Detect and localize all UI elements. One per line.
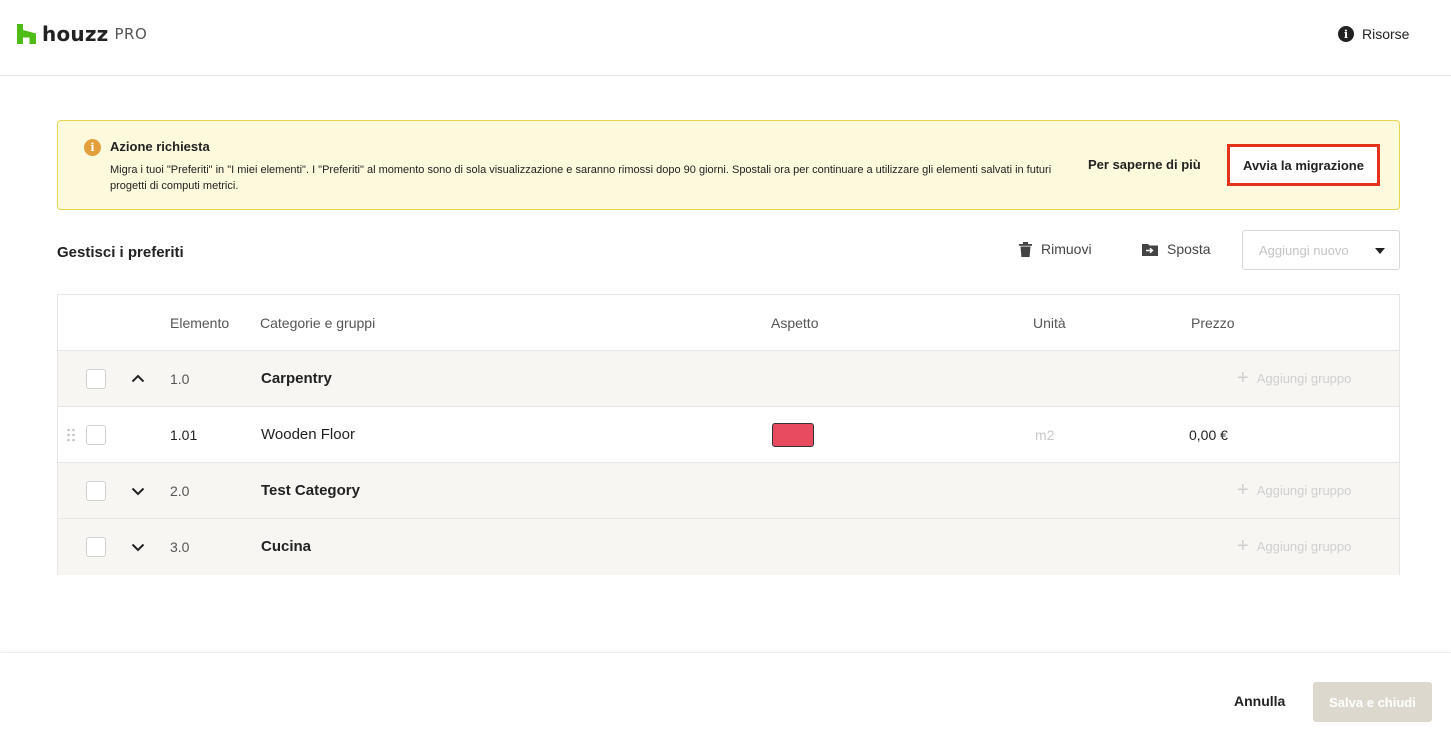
favorites-table: Elemento Categorie e gruppi Aspetto Unit… (57, 294, 1400, 575)
chevron-down-icon[interactable] (130, 539, 146, 555)
row-checkbox[interactable] (86, 425, 106, 445)
trash-icon (1019, 241, 1032, 257)
price-value[interactable]: 0,00 € (1189, 427, 1228, 443)
banner-title: Azione richiesta (110, 139, 210, 154)
item-name: Wooden Floor (261, 426, 355, 443)
group-name: Cucina (261, 538, 312, 555)
plus-icon: + (1237, 535, 1249, 557)
logo-wordmark: houzz (42, 22, 109, 46)
move-label: Sposta (1167, 241, 1211, 257)
resources-label: Risorse (1362, 26, 1410, 42)
add-new-dropdown[interactable]: Aggiungi nuovo (1242, 230, 1400, 270)
add-new-label: Aggiungi nuovo (1259, 242, 1349, 258)
row-number: 1.01 (170, 427, 198, 443)
footer-bar: Annulla Salva e chiudi (0, 652, 1451, 742)
header-unit: Unità (1033, 315, 1066, 331)
header-element: Elemento (170, 315, 230, 331)
drag-handle-icon[interactable] (66, 428, 76, 442)
header-categories: Categorie e gruppi (260, 315, 376, 331)
caret-down-icon (1375, 248, 1385, 254)
header-aspect: Aspetto (771, 315, 819, 331)
header-price: Prezzo (1191, 315, 1235, 331)
table-row: 3.0 Cucina + Aggiungi gruppo (58, 519, 1399, 575)
add-group-button[interactable]: + Aggiungi gruppo (1237, 367, 1352, 389)
move-button[interactable]: Sposta (1142, 241, 1211, 257)
start-migration-button[interactable]: Avvia la migrazione (1227, 144, 1380, 186)
banner-message: Migra i tuoi "Preferiti" in "I miei elem… (110, 164, 1052, 192)
chevron-down-icon[interactable] (130, 483, 146, 499)
plus-icon: + (1237, 479, 1249, 501)
row-checkbox[interactable] (86, 537, 106, 557)
learn-more-link[interactable]: Per saperne di più (1088, 157, 1201, 172)
remove-button[interactable]: Rimuovi (1019, 241, 1092, 257)
table-row: 1.0 Carpentry + Aggiungi gruppo (58, 351, 1399, 407)
add-group-label: Aggiungi gruppo (1256, 482, 1352, 498)
folder-move-icon (1142, 243, 1158, 256)
table-row: 1.01 Wooden Floor m2 0,00 € (58, 407, 1399, 463)
table-row: 2.0 Test Category + Aggiungi gruppo (58, 463, 1399, 519)
migration-alert-banner: i Azione richiesta Migra i tuoi "Preferi… (57, 120, 1400, 210)
aspect-color-swatch[interactable] (772, 423, 814, 447)
add-group-button[interactable]: + Aggiungi gruppo (1237, 479, 1352, 501)
unit-value[interactable]: m2 (1035, 427, 1054, 443)
houzz-pro-logo[interactable]: houzz PRO (17, 22, 147, 46)
remove-label: Rimuovi (1041, 241, 1092, 257)
cancel-button[interactable]: Annulla (1234, 693, 1285, 709)
group-name: Test Category (261, 482, 360, 499)
section-title: Gestisci i preferiti (57, 244, 184, 261)
add-group-button[interactable]: + Aggiungi gruppo (1237, 535, 1352, 557)
row-number: 2.0 (170, 483, 190, 499)
info-icon: i (1338, 26, 1354, 42)
group-name: Carpentry (261, 370, 332, 387)
logo-pro-label: PRO (114, 25, 148, 43)
row-number: 1.0 (170, 371, 190, 387)
row-number: 3.0 (170, 539, 190, 555)
chevron-up-icon[interactable] (130, 371, 146, 387)
resources-link[interactable]: i Risorse (1338, 26, 1409, 42)
top-header: houzz PRO i Risorse (0, 0, 1451, 76)
add-group-label: Aggiungi gruppo (1256, 538, 1352, 554)
add-group-label: Aggiungi gruppo (1256, 370, 1352, 386)
row-checkbox[interactable] (86, 369, 106, 389)
table-header: Elemento Categorie e gruppi Aspetto Unit… (58, 295, 1399, 351)
row-checkbox[interactable] (86, 481, 106, 501)
houzz-logo-icon (17, 24, 36, 44)
warning-icon: i (84, 139, 101, 156)
plus-icon: + (1237, 367, 1249, 389)
save-and-close-button[interactable]: Salva e chiudi (1313, 682, 1432, 722)
